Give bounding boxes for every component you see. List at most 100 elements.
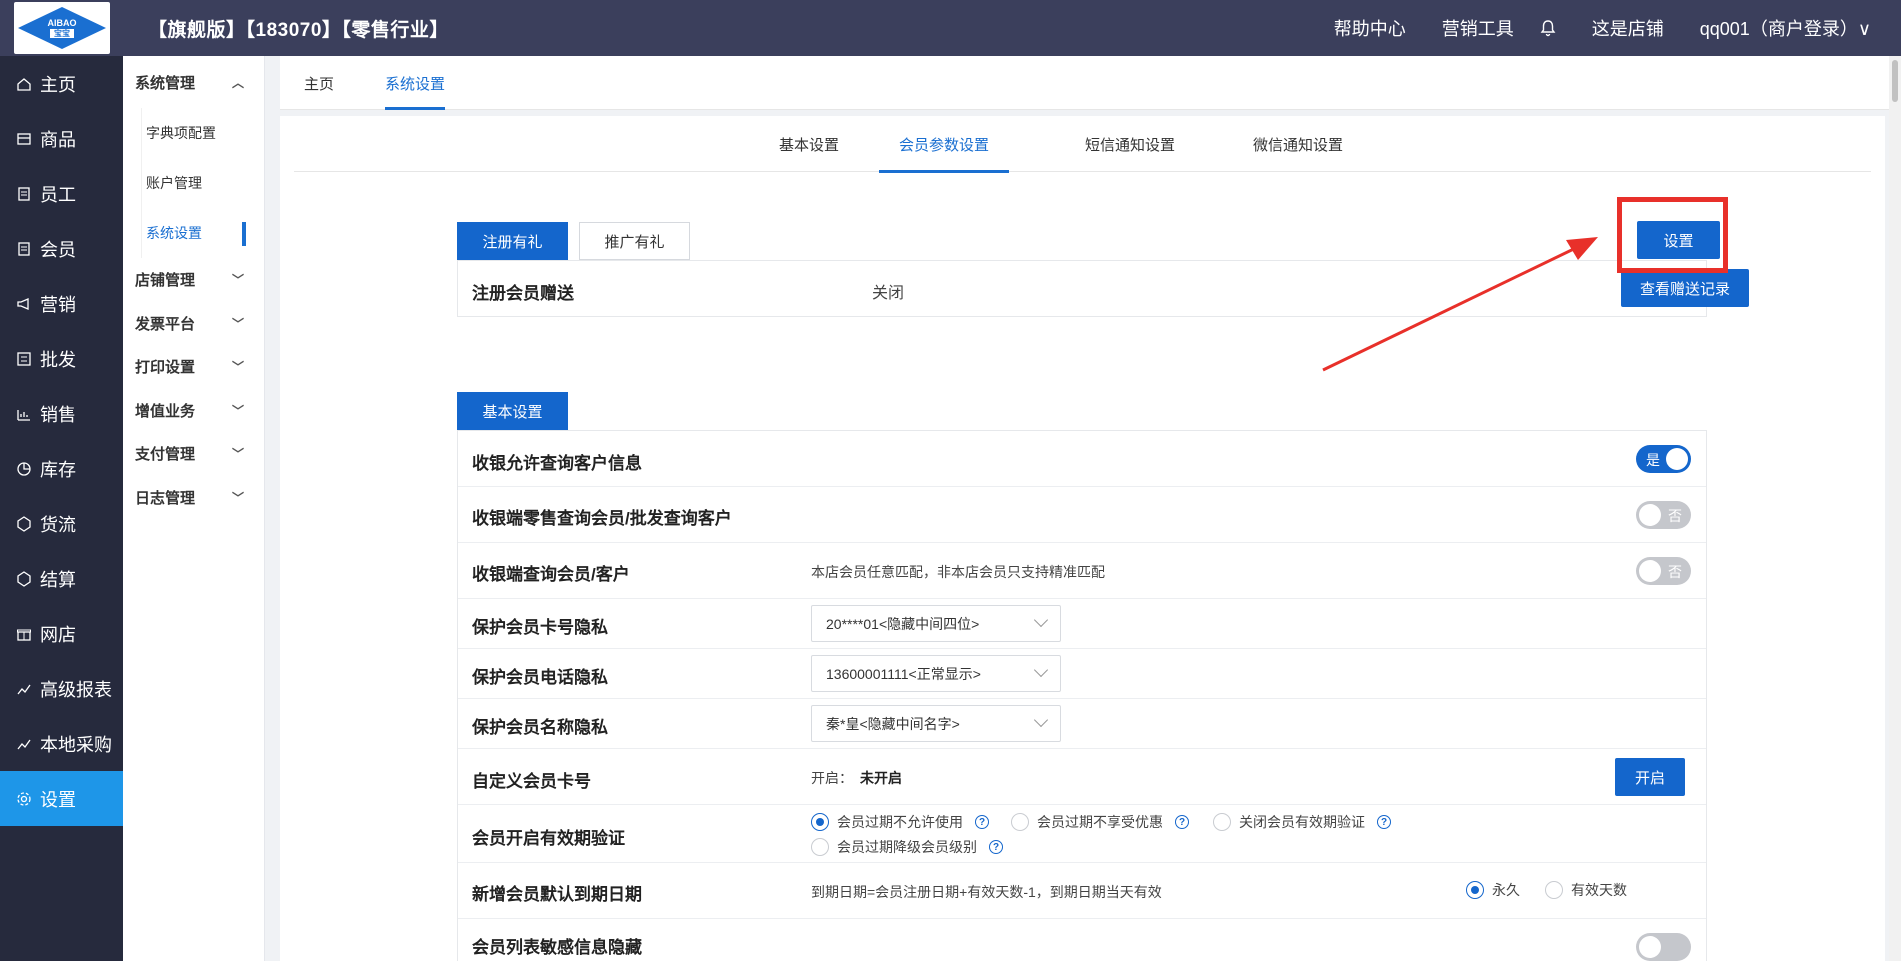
gear-icon [16,791,32,807]
gift-icon [16,626,32,642]
nav-item-flow[interactable]: 货流 [0,496,123,551]
chevron-down-icon: ﹀ [231,447,244,462]
custom-card-status: 未开启 [860,770,902,786]
nav-item-goods[interactable]: 商品 [0,111,123,166]
card-privacy-select[interactable]: 20****01<隐藏中间四位> [811,605,1061,642]
tab-home[interactable]: 主页 [304,56,334,110]
nav-item-label: 设置 [40,789,76,810]
help-icon[interactable]: ? [1377,815,1391,829]
subnav-group[interactable]: 支付管理 ﹀ [123,432,264,476]
nav-item-label: 销售 [40,404,76,425]
radio-valid-days[interactable]: 有效天数 [1545,880,1627,900]
settle-icon [16,570,32,587]
group-label: 支付管理 [135,446,196,464]
nav-item-gift[interactable]: 网店 [0,606,123,661]
radio-expired-disallow[interactable]: 会员过期不允许使用? [811,812,989,832]
basic-settings-box: 收银允许查询客户信息 是 收银端零售查询会员/批发查询客户 否 收银端查询会员/… [457,430,1707,961]
nav-item-stock[interactable]: 库存 [0,441,123,496]
subtab-basic[interactable]: 基本设置 [779,116,839,172]
logo-subtext: 宝宝 [50,29,74,38]
subtab-member-params[interactable]: 会员参数设置 [879,116,1010,173]
sub-item-system-settings[interactable]: 系统设置 [141,208,264,258]
setting-label: 收银端查询会员/客户 [472,565,630,584]
page-tabs: 主页 系统设置 [280,56,1898,110]
nav-item-staff[interactable]: 员工 [0,166,123,221]
group-label: 系统管理 [135,74,196,92]
subnav-group[interactable]: 日志管理 ﹀ [123,476,264,520]
subnav-group[interactable]: 打印设置 ﹀ [123,345,264,389]
help-icon[interactable]: ? [975,815,989,829]
tab-register-gift[interactable]: 注册有礼 [457,222,568,260]
sub-sidebar: 系统管理 ︿ 字典项配置 账户管理 系统设置 店铺管理 ﹀ 发票平台 ﹀ 打印设置 ﹀ 增值… [123,56,265,961]
tab-promotion-gift[interactable]: 推广有礼 [579,222,690,260]
nav-item-wholesale[interactable]: 批发 [0,331,123,386]
scrollbar[interactable] [1889,56,1901,961]
retail-query-toggle[interactable]: 否 [1636,501,1691,529]
radio-label: 会员过期不允许使用 [837,814,963,830]
radio-expired-downgrade[interactable]: 会员过期降级会员级别? [811,837,1003,857]
custom-card-prefix: 开启： [811,770,853,786]
group-system-management[interactable]: 系统管理 ︿ [123,56,264,108]
nav-item-purchase[interactable]: 本地采购 [0,716,123,771]
scrollbar-thumb[interactable] [1892,60,1898,102]
nav-item-member[interactable]: 会员 [0,221,123,276]
nav-item-sales[interactable]: 销售 [0,386,123,441]
radio-expired-no-discount[interactable]: 会员过期不享受优惠? [1011,812,1189,832]
member-query-toggle[interactable]: 否 [1636,557,1691,585]
register-gift-label: 注册会员赠送 [472,284,574,303]
nav-item-gear[interactable]: 设置 [0,771,123,826]
member-icon [16,241,32,257]
setting-label: 会员开启有效期验证 [472,829,625,848]
sub-item-dictionary[interactable]: 字典项配置 [141,108,264,158]
setting-row: 会员开启有效期验证 会员过期不允许使用? 会员过期不享受优惠? 关闭会员有效期验… [458,805,1706,863]
allow-query-toggle[interactable]: 是 [1636,445,1691,473]
subnav-group[interactable]: 增值业务 ﹀ [123,389,264,433]
register-gift-row: 注册会员赠送 关闭 查看赠送记录 [458,261,1749,317]
sensitive-info-toggle[interactable] [1636,933,1691,961]
nav-item-label: 批发 [40,349,76,370]
help-icon[interactable]: ? [989,840,1003,854]
chevron-down-icon: ﹀ [231,316,244,331]
nav-item-label: 员工 [40,184,76,205]
subtab-sms[interactable]: 短信通知设置 [1085,116,1175,172]
stock-icon [16,461,32,477]
setting-row: 会员列表敏感信息隐藏 [458,919,1706,961]
tab-basic-settings[interactable]: 基本设置 [457,392,568,430]
tab-system-settings[interactable]: 系统设置 [385,56,446,110]
setting-row: 收银允许查询客户信息 是 [458,431,1706,487]
nav-item-megaphone[interactable]: 营销 [0,276,123,331]
top-bar: AIBAO 宝宝 【旗舰版】【183070】【零售行业】 帮助中心 营销工具 这… [0,0,1901,56]
nav-item-label: 库存 [40,459,76,480]
enable-custom-card-button[interactable]: 开启 [1615,758,1685,796]
goods-icon [16,131,32,147]
setting-label: 保护会员卡号隐私 [472,618,608,637]
marketing-tools-link[interactable]: 营销工具 [1442,15,1514,41]
setting-row: 保护会员卡号隐私 20****01<隐藏中间四位> [458,599,1706,649]
chevron-down-icon [1033,612,1049,628]
nav-item-settle[interactable]: 结算 [0,551,123,606]
nav-item-home[interactable]: 主页 [0,56,123,111]
radio-disable-validation[interactable]: 关闭会员有效期验证? [1213,812,1391,832]
nav-item-label: 高级报表 [40,679,112,700]
purchase-icon [16,736,32,752]
group-label: 增值业务 [135,402,196,420]
sub-item-accounts[interactable]: 账户管理 [141,158,264,208]
help-center-link[interactable]: 帮助中心 [1334,15,1406,41]
logo[interactable]: AIBAO 宝宝 [14,2,110,54]
radio-permanent[interactable]: 永久 [1466,880,1520,900]
phone-privacy-select[interactable]: 13600001111<正常显示> [811,655,1061,692]
user-menu[interactable]: qq001（商户登录）∨ [1700,15,1871,41]
bell-icon[interactable] [1540,19,1556,37]
nav-item-report[interactable]: 高级报表 [0,661,123,716]
view-gift-records-button[interactable]: 查看赠送记录 [1621,269,1749,307]
subnav-group[interactable]: 发票平台 ﹀ [123,302,264,346]
shop-link[interactable]: 这是店铺 [1592,15,1664,41]
help-icon[interactable]: ? [1175,815,1189,829]
setting-row: 收银端零售查询会员/批发查询客户 否 [458,487,1706,543]
nav-item-label: 货流 [40,514,76,535]
radio-label: 会员过期不享受优惠 [1037,814,1163,830]
name-privacy-select[interactable]: 秦*皇<隐藏中间名字> [811,705,1061,742]
subtab-wechat[interactable]: 微信通知设置 [1253,116,1343,172]
subnav-group[interactable]: 店铺管理 ﹀ [123,258,264,302]
setting-row: 自定义会员卡号 开启： 未开启 开启 [458,749,1706,805]
